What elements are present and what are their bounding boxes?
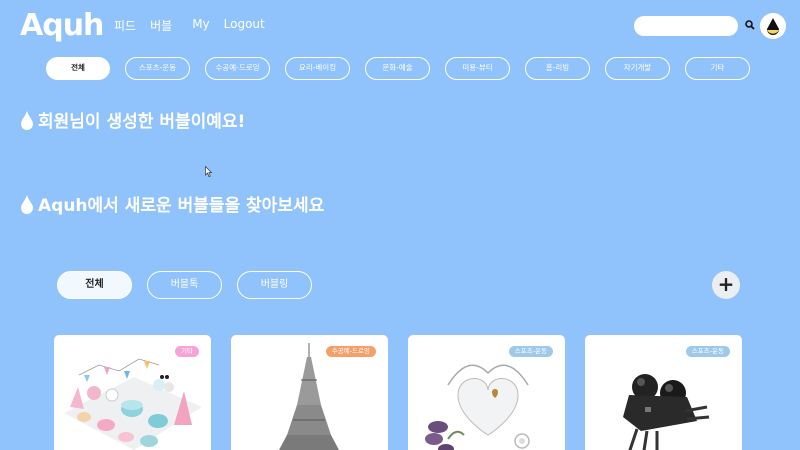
category-crafts[interactable]: 수공예-드로잉 [205, 57, 270, 80]
water-drop-icon [760, 13, 786, 39]
tab-bubbling[interactable]: 버블링 [237, 271, 312, 299]
bubble-card[interactable]: 기타 [54, 335, 211, 450]
water-drop-icon [21, 110, 33, 130]
search-icon[interactable] [744, 19, 756, 31]
category-badge: 수공예-드로잉 [325, 346, 376, 357]
bubble-card[interactable]: 스포츠-운동 [585, 335, 742, 450]
section-title-text: 회원님이 생성한 버블이예요! [38, 112, 246, 132]
nav-bubble[interactable]: 버블 [150, 17, 172, 34]
nav-feed[interactable]: 피드 [114, 17, 136, 34]
category-sports[interactable]: 스포츠-운동 [125, 57, 190, 80]
category-cooking[interactable]: 요리-베이킹 [285, 57, 350, 80]
mouse-cursor-icon [205, 166, 213, 177]
bubble-card[interactable]: 수공예-드로잉 [231, 335, 388, 450]
category-culture[interactable]: 문화-예술 [365, 57, 430, 80]
nav-my[interactable]: My [192, 17, 209, 34]
search-input[interactable] [634, 16, 738, 36]
avatar[interactable] [760, 13, 786, 39]
top-nav: 피드 버블 My Logout [114, 17, 279, 34]
tab-bubble-talk[interactable]: 버블톡 [147, 271, 222, 299]
section-title-discover: Aquh에서 새로운 버블들을 찾아보세요 [20, 191, 324, 216]
section-title-my-bubbles: 회원님이 생성한 버블이예요! [20, 107, 245, 132]
water-drop-icon [21, 194, 33, 214]
category-filter: 전체 스포츠-운동 수공예-드로잉 요리-베이킹 문화-예술 미용-뷰티 홈-리… [46, 57, 750, 80]
category-all[interactable]: 전체 [46, 57, 110, 80]
nav-logout[interactable]: Logout [224, 17, 265, 34]
category-beauty[interactable]: 미용-뷰티 [445, 57, 510, 80]
category-self-dev[interactable]: 자기개발 [605, 57, 670, 80]
category-badge: 스포츠-운동 [508, 346, 553, 357]
add-bubble-button[interactable]: + [712, 271, 740, 299]
logo[interactable]: Aquh [20, 8, 104, 43]
category-badge: 스포츠-운동 [685, 346, 730, 357]
section-title-text: Aquh에서 새로운 버블들을 찾아보세요 [38, 196, 325, 216]
category-etc[interactable]: 기타 [685, 57, 750, 80]
category-badge: 기타 [175, 346, 199, 357]
category-home[interactable]: 홈-리빙 [525, 57, 590, 80]
bubble-card[interactable]: 스포츠-운동 [408, 335, 565, 450]
tab-all[interactable]: 전체 [57, 271, 132, 299]
